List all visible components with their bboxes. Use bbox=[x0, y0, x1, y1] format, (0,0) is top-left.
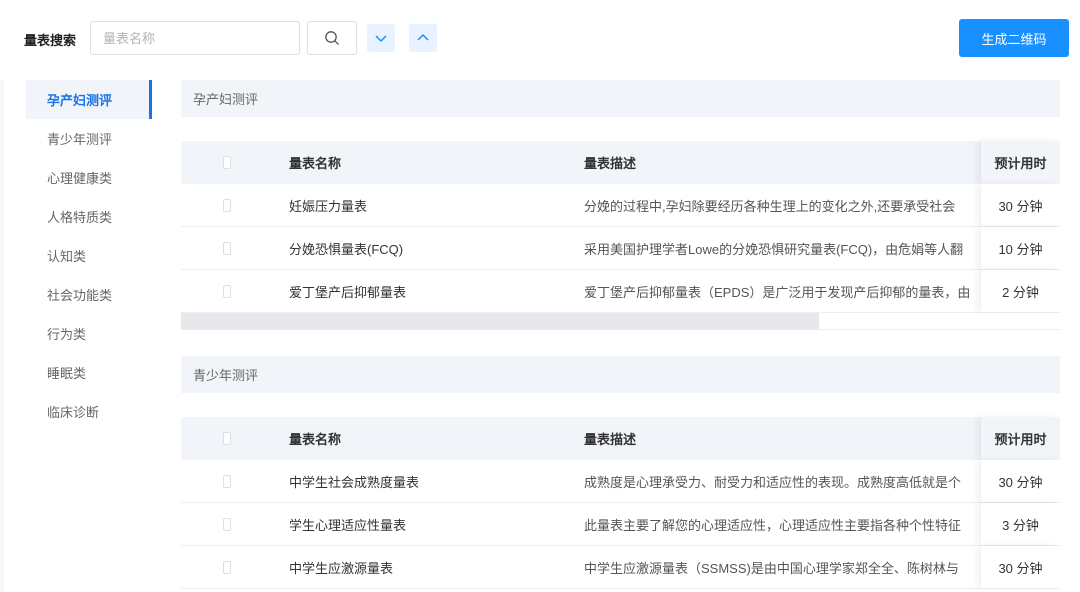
scale-name: 中学生应激源量表 bbox=[289, 560, 394, 576]
search-icon bbox=[325, 31, 339, 45]
search-button[interactable] bbox=[307, 21, 357, 55]
header-time: 预计用时 bbox=[981, 417, 1060, 460]
chevron-up-icon bbox=[417, 33, 429, 41]
sidebar-item-personality[interactable]: 人格特质类 bbox=[26, 197, 152, 236]
scale-desc: 此量表主要了解您的心理适应性，心理适应性主要指各种个性特征 bbox=[584, 517, 962, 533]
row-checkbox[interactable] bbox=[223, 560, 231, 574]
scale-desc: 采用美国护理学者Lowe的分娩恐惧研究量表(FCQ)，由危娟等人翻 bbox=[584, 241, 964, 257]
scale-name: 爱丁堡产后抑郁量表 bbox=[289, 284, 407, 300]
header-desc: 量表描述 bbox=[584, 432, 637, 447]
sidebar-item-youth[interactable]: 青少年测评 bbox=[26, 119, 152, 158]
scale-desc: 分娩的过程中,孕妇除要经历各种生理上的变化之外,还要承受社会 bbox=[584, 198, 956, 214]
sidebar-item-clinical[interactable]: 临床诊断 bbox=[26, 392, 152, 431]
scale-name: 妊娠压力量表 bbox=[289, 198, 368, 214]
horizontal-scrollbar[interactable] bbox=[181, 313, 1060, 330]
expand-all-button[interactable] bbox=[367, 24, 395, 52]
scale-time: 2 分钟 bbox=[981, 270, 1060, 312]
header-name: 量表名称 bbox=[289, 432, 342, 447]
generate-qr-button[interactable]: 生成二维码 bbox=[959, 19, 1069, 57]
scale-time: 10 分钟 bbox=[981, 227, 1060, 269]
table-row[interactable]: 爱丁堡产后抑郁量表 爱丁堡产后抑郁量表（EPDS）是广泛用于发现产后抑郁的量表，… bbox=[181, 270, 1060, 313]
row-checkbox[interactable] bbox=[223, 198, 231, 212]
search-toolbar: 量表搜索 生成二维码 bbox=[0, 0, 1080, 80]
row-checkbox[interactable] bbox=[223, 241, 231, 255]
table-row[interactable]: 妊娠压力量表 分娩的过程中,孕妇除要经历各种生理上的变化之外,还要承受社会 30… bbox=[181, 184, 1060, 227]
sidebar-item-behavior[interactable]: 行为类 bbox=[26, 314, 152, 353]
table-row[interactable]: 学生心理适应性量表 此量表主要了解您的心理适应性，心理适应性主要指各种个性特征 … bbox=[181, 503, 1060, 546]
table-row[interactable]: 分娩恐惧量表(FCQ) 采用美国护理学者Lowe的分娩恐惧研究量表(FCQ)，由… bbox=[181, 227, 1060, 270]
search-label: 量表搜索 bbox=[24, 33, 77, 48]
scale-name: 分娩恐惧量表(FCQ) bbox=[289, 241, 404, 257]
chevron-down-icon bbox=[375, 35, 387, 43]
scale-table: 量表名称 量表描述 预计用时 中学生社会成熟度量表 成熟度是心理承受力、耐受力和… bbox=[181, 417, 1060, 589]
section-title: 青少年测评 bbox=[181, 356, 1060, 393]
scale-name: 学生心理适应性量表 bbox=[289, 517, 407, 533]
table-row[interactable]: 中学生社会成熟度量表 成熟度是心理承受力、耐受力和适应性的表现。成熟度高低就是个… bbox=[181, 460, 1060, 503]
sidebar-item-sleep[interactable]: 睡眠类 bbox=[26, 353, 152, 392]
sidebar-item-maternal[interactable]: 孕产妇测评 bbox=[26, 80, 152, 119]
scrollbar-thumb[interactable] bbox=[181, 313, 819, 330]
scale-table: 量表名称 量表描述 预计用时 妊娠压力量表 分娩的过程中,孕妇除要经历各种生理上… bbox=[181, 141, 1060, 330]
sidebar-item-cognition[interactable]: 认知类 bbox=[26, 236, 152, 275]
search-input[interactable] bbox=[90, 21, 300, 55]
row-checkbox[interactable] bbox=[223, 474, 231, 488]
row-checkbox[interactable] bbox=[223, 284, 231, 298]
select-all-checkbox[interactable] bbox=[223, 432, 231, 445]
scale-desc: 成熟度是心理承受力、耐受力和适应性的表现。成熟度高低就是个 bbox=[584, 474, 962, 490]
scale-time: 30 分钟 bbox=[981, 460, 1060, 502]
scale-desc: 中学生应激源量表（SSMSS)是由中国心理学家郑全全、陈树林与 bbox=[584, 560, 959, 576]
scale-name: 中学生社会成熟度量表 bbox=[289, 474, 420, 490]
table-header: 量表名称 量表描述 预计用时 bbox=[181, 141, 1060, 184]
table-header: 量表名称 量表描述 预计用时 bbox=[181, 417, 1060, 460]
header-desc: 量表描述 bbox=[584, 156, 637, 171]
category-sidebar: 孕产妇测评 青少年测评 心理健康类 人格特质类 认知类 社会功能类 行为类 睡眠… bbox=[26, 80, 152, 431]
row-checkbox[interactable] bbox=[223, 517, 231, 531]
scale-time: 30 分钟 bbox=[981, 184, 1060, 226]
scale-time: 3 分钟 bbox=[981, 503, 1060, 545]
scale-desc: 爱丁堡产后抑郁量表（EPDS）是广泛用于发现产后抑郁的量表，由 bbox=[584, 284, 971, 300]
sidebar-item-social-function[interactable]: 社会功能类 bbox=[26, 275, 152, 314]
left-edge bbox=[0, 80, 4, 592]
collapse-all-button[interactable] bbox=[409, 24, 437, 52]
table-row[interactable]: 中学生应激源量表 中学生应激源量表（SSMSS)是由中国心理学家郑全全、陈树林与… bbox=[181, 546, 1060, 589]
sidebar-item-mental-health[interactable]: 心理健康类 bbox=[26, 158, 152, 197]
select-all-checkbox[interactable] bbox=[223, 156, 231, 169]
scale-time: 30 分钟 bbox=[981, 546, 1060, 588]
header-name: 量表名称 bbox=[289, 156, 342, 171]
section-title: 孕产妇测评 bbox=[181, 80, 1060, 117]
header-time: 预计用时 bbox=[981, 141, 1060, 184]
